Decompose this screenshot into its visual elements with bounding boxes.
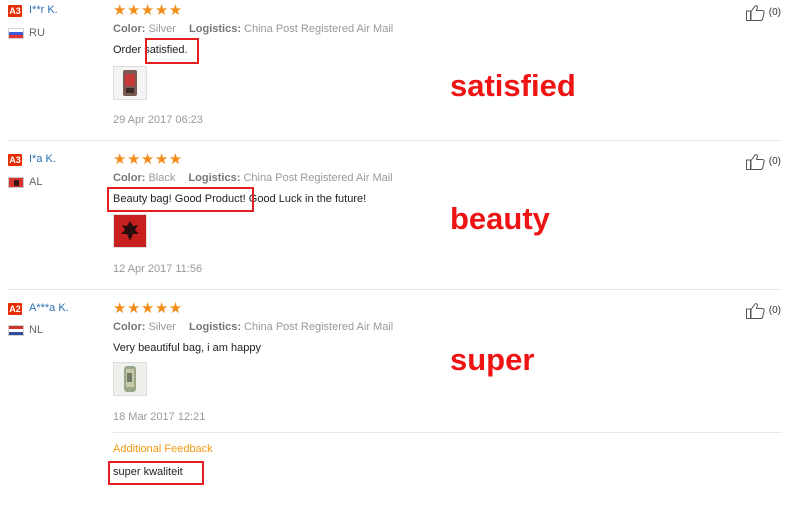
buyer-name-link[interactable]: I*a K. [29, 153, 56, 165]
annotation-label: satisfied [450, 68, 576, 103]
star-rating: ★★★★★ [113, 151, 183, 168]
review-date: 12 Apr 2017 11:56 [113, 263, 203, 275]
helpful-count: (0) [768, 305, 782, 317]
highlight-box [145, 38, 199, 64]
review-attributes: Color: Silver Logistics: China Post Regi… [113, 321, 393, 333]
review-date: 18 Mar 2017 12:21 [113, 411, 206, 423]
buyer-level-badge: A3 [8, 5, 22, 17]
country-flag-icon [8, 177, 24, 188]
review-attributes: Color: Black Logistics: China Post Regis… [113, 172, 393, 184]
buyer-level-badge: A2 [8, 303, 22, 315]
logistics-label: Logistics: [189, 321, 241, 333]
review-item-3: A2 A***a K. NL ★★★★★ Color: Silver Logis… [0, 297, 800, 528]
logistics-label: Logistics: [188, 172, 241, 184]
additional-feedback-divider [113, 432, 782, 433]
star-rating: ★★★★★ [113, 2, 183, 19]
highlight-box [107, 187, 254, 212]
logistics-value: China Post Registered Air Mail [243, 172, 393, 184]
review-photo-thumbnail[interactable] [113, 362, 147, 396]
helpful-count: (0) [768, 7, 782, 19]
additional-feedback-title: Additional Feedback [113, 443, 213, 455]
country-flag-icon [8, 325, 24, 336]
helpful-vote-button[interactable]: (0) [746, 302, 781, 319]
review-text-part: Good Luck in the future! [245, 193, 367, 205]
review-photo-thumbnail[interactable] [113, 66, 147, 100]
buyer-country: AL [29, 176, 43, 188]
buyer-country: RU [29, 27, 45, 39]
annotation-label: super [450, 342, 535, 377]
review-text: Very beautiful bag, i am happy [113, 342, 261, 354]
annotation-label: beauty [450, 201, 550, 236]
review-divider [8, 289, 782, 290]
buyer-name-link[interactable]: I**r K. [29, 4, 58, 16]
review-date: 29 Apr 2017 06:23 [113, 114, 203, 126]
buyer-level-badge: A3 [8, 154, 22, 166]
review-item-2: A3 I*a K. AL ★★★★★ Color: Black Logistic… [0, 148, 800, 288]
logistics-label: Logistics: [189, 23, 241, 35]
helpful-vote-button[interactable]: (0) [746, 153, 781, 170]
helpful-vote-button[interactable]: (0) [746, 4, 781, 21]
review-divider [8, 140, 782, 141]
color-value: Silver [148, 321, 176, 333]
review-photo-thumbnail[interactable] [113, 214, 147, 248]
helpful-count: (0) [768, 156, 782, 168]
buyer-country: NL [29, 324, 44, 336]
color-value: Black [148, 172, 176, 184]
star-rating: ★★★★★ [113, 300, 183, 317]
thumbs-up-icon [746, 303, 765, 319]
thumbs-up-icon [746, 5, 765, 21]
highlight-box [108, 461, 204, 485]
review-item-1: A3 I**r K. RU ★★★★★ Color: Silver Logist… [0, 0, 800, 140]
review-text-part: Order [113, 44, 145, 56]
buyer-name-link[interactable]: A***a K. [29, 302, 69, 314]
color-label: Color: [113, 321, 146, 333]
color-value: Silver [148, 23, 176, 35]
color-label: Color: [113, 172, 146, 184]
review-attributes: Color: Silver Logistics: China Post Regi… [113, 23, 393, 35]
color-label: Color: [113, 23, 146, 35]
country-flag-icon [8, 28, 24, 39]
logistics-value: China Post Registered Air Mail [244, 23, 394, 35]
logistics-value: China Post Registered Air Mail [244, 321, 394, 333]
thumbs-up-icon [746, 154, 765, 170]
